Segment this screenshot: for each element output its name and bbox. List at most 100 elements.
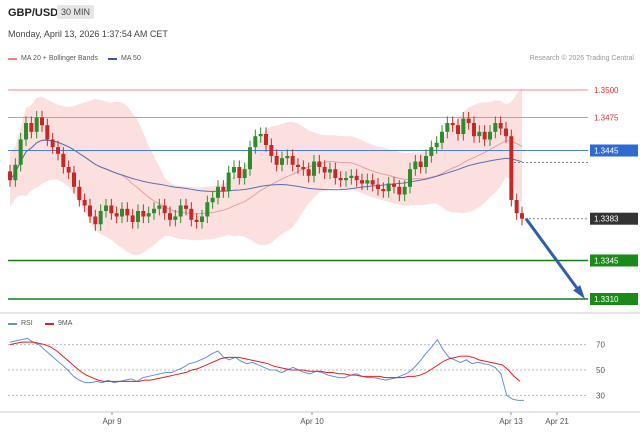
x-tick-label: Apr 9: [102, 417, 122, 426]
candle-body: [520, 213, 524, 219]
candle-body: [504, 128, 508, 137]
candle-body: [210, 197, 215, 203]
rsi-tick-30: 30: [596, 391, 605, 400]
level-label-1.3445: 1.3445: [594, 147, 619, 156]
candle-body: [509, 136, 514, 200]
level-label-1.3500: 1.3500: [594, 86, 619, 95]
candle-body: [237, 167, 242, 178]
level-label-1.3475: 1.3475: [594, 114, 619, 123]
candle-body: [296, 164, 300, 167]
candle-body: [184, 205, 188, 209]
candle-body: [61, 153, 66, 167]
candle-body: [66, 167, 71, 173]
candle-body: [418, 161, 423, 167]
candle-body: [312, 161, 316, 176]
candle-body: [109, 205, 114, 214]
candle-body: [221, 186, 226, 192]
candle-body: [29, 123, 34, 132]
candle-body: [88, 205, 92, 217]
candle-body: [45, 125, 50, 140]
candle-body: [152, 208, 156, 214]
candle-body: [370, 180, 375, 185]
candle-body: [365, 180, 370, 184]
candle-body: [466, 118, 471, 123]
candle-body: [248, 147, 252, 170]
candle-body: [104, 205, 108, 211]
level-label-1.3345: 1.3345: [594, 257, 619, 266]
candle-body: [354, 175, 359, 181]
rsi-tick-50: 50: [596, 366, 605, 375]
candle-body: [216, 186, 220, 198]
forecast-arrow: [524, 217, 584, 296]
candle-body: [8, 171, 12, 181]
candle-body: [34, 117, 39, 132]
candle-body: [440, 131, 444, 143]
candle-body: [24, 123, 28, 140]
candle-body: [493, 123, 498, 132]
candle-body: [429, 147, 434, 156]
candle-body: [280, 158, 284, 165]
candle-body: [93, 216, 98, 225]
candle-body: [445, 123, 450, 132]
candle-body: [488, 131, 492, 140]
candle-body: [120, 208, 124, 217]
x-tick-label: Apr 21: [545, 417, 569, 426]
candle-body: [317, 161, 322, 167]
candle-body: [328, 169, 332, 173]
candle-body: [338, 178, 343, 181]
candle-body: [253, 136, 258, 148]
rsi-line: [9, 337, 524, 401]
candle-body: [168, 213, 172, 220]
candle-body: [136, 211, 140, 222]
candle-body: [402, 186, 407, 195]
candle-body: [56, 147, 60, 154]
candle-body: [397, 186, 402, 195]
candle-body: [141, 211, 146, 217]
candle-body: [226, 172, 231, 192]
candle-body: [40, 117, 44, 126]
candle-body: [301, 167, 306, 170]
candle-body: [205, 202, 210, 217]
candle-body: [498, 123, 503, 129]
candle-body: [18, 139, 23, 165]
candle-body: [50, 139, 55, 148]
x-tick-label: Apr 13: [499, 417, 523, 426]
candle-body: [82, 200, 87, 206]
candle-body: [130, 215, 135, 222]
candle-body: [376, 184, 380, 189]
candle-body: [114, 213, 119, 217]
candle-body: [514, 200, 519, 214]
candle-body: [258, 134, 263, 137]
candle-body: [306, 169, 311, 176]
candle-body: [232, 167, 236, 173]
candle-body: [392, 183, 396, 187]
price-chart[interactable]: 1.3500 1.3475 1.3445 1.3383 1.3345 1.3310 70 50…: [0, 0, 640, 433]
candle-body: [386, 183, 391, 192]
candle-body: [434, 142, 439, 148]
candle-body: [98, 211, 103, 225]
level-label-1.3383: 1.3383: [594, 215, 619, 224]
level-label-1.3310: 1.3310: [594, 295, 619, 304]
x-tick-label: Apr 10: [300, 417, 324, 426]
candle-body: [413, 161, 418, 170]
candle-body: [472, 123, 476, 137]
candle-body: [194, 219, 199, 222]
candle-body: [461, 118, 466, 134]
candle-body: [125, 208, 130, 216]
candle-body: [178, 205, 183, 217]
candle-body: [360, 180, 364, 184]
candle-body: [408, 169, 412, 187]
candle-body: [322, 167, 327, 173]
candle-body: [200, 216, 204, 222]
candle-body: [264, 134, 268, 145]
candle-body: [290, 156, 295, 165]
rsi-tick-70: 70: [596, 341, 605, 350]
candle-body: [424, 156, 428, 167]
candle-body: [482, 131, 487, 140]
candle-body: [456, 125, 460, 134]
candle-body: [477, 131, 482, 137]
candle-body: [146, 213, 151, 217]
candle-body: [349, 175, 354, 178]
candle-body: [157, 205, 162, 209]
candle-body: [381, 189, 386, 192]
